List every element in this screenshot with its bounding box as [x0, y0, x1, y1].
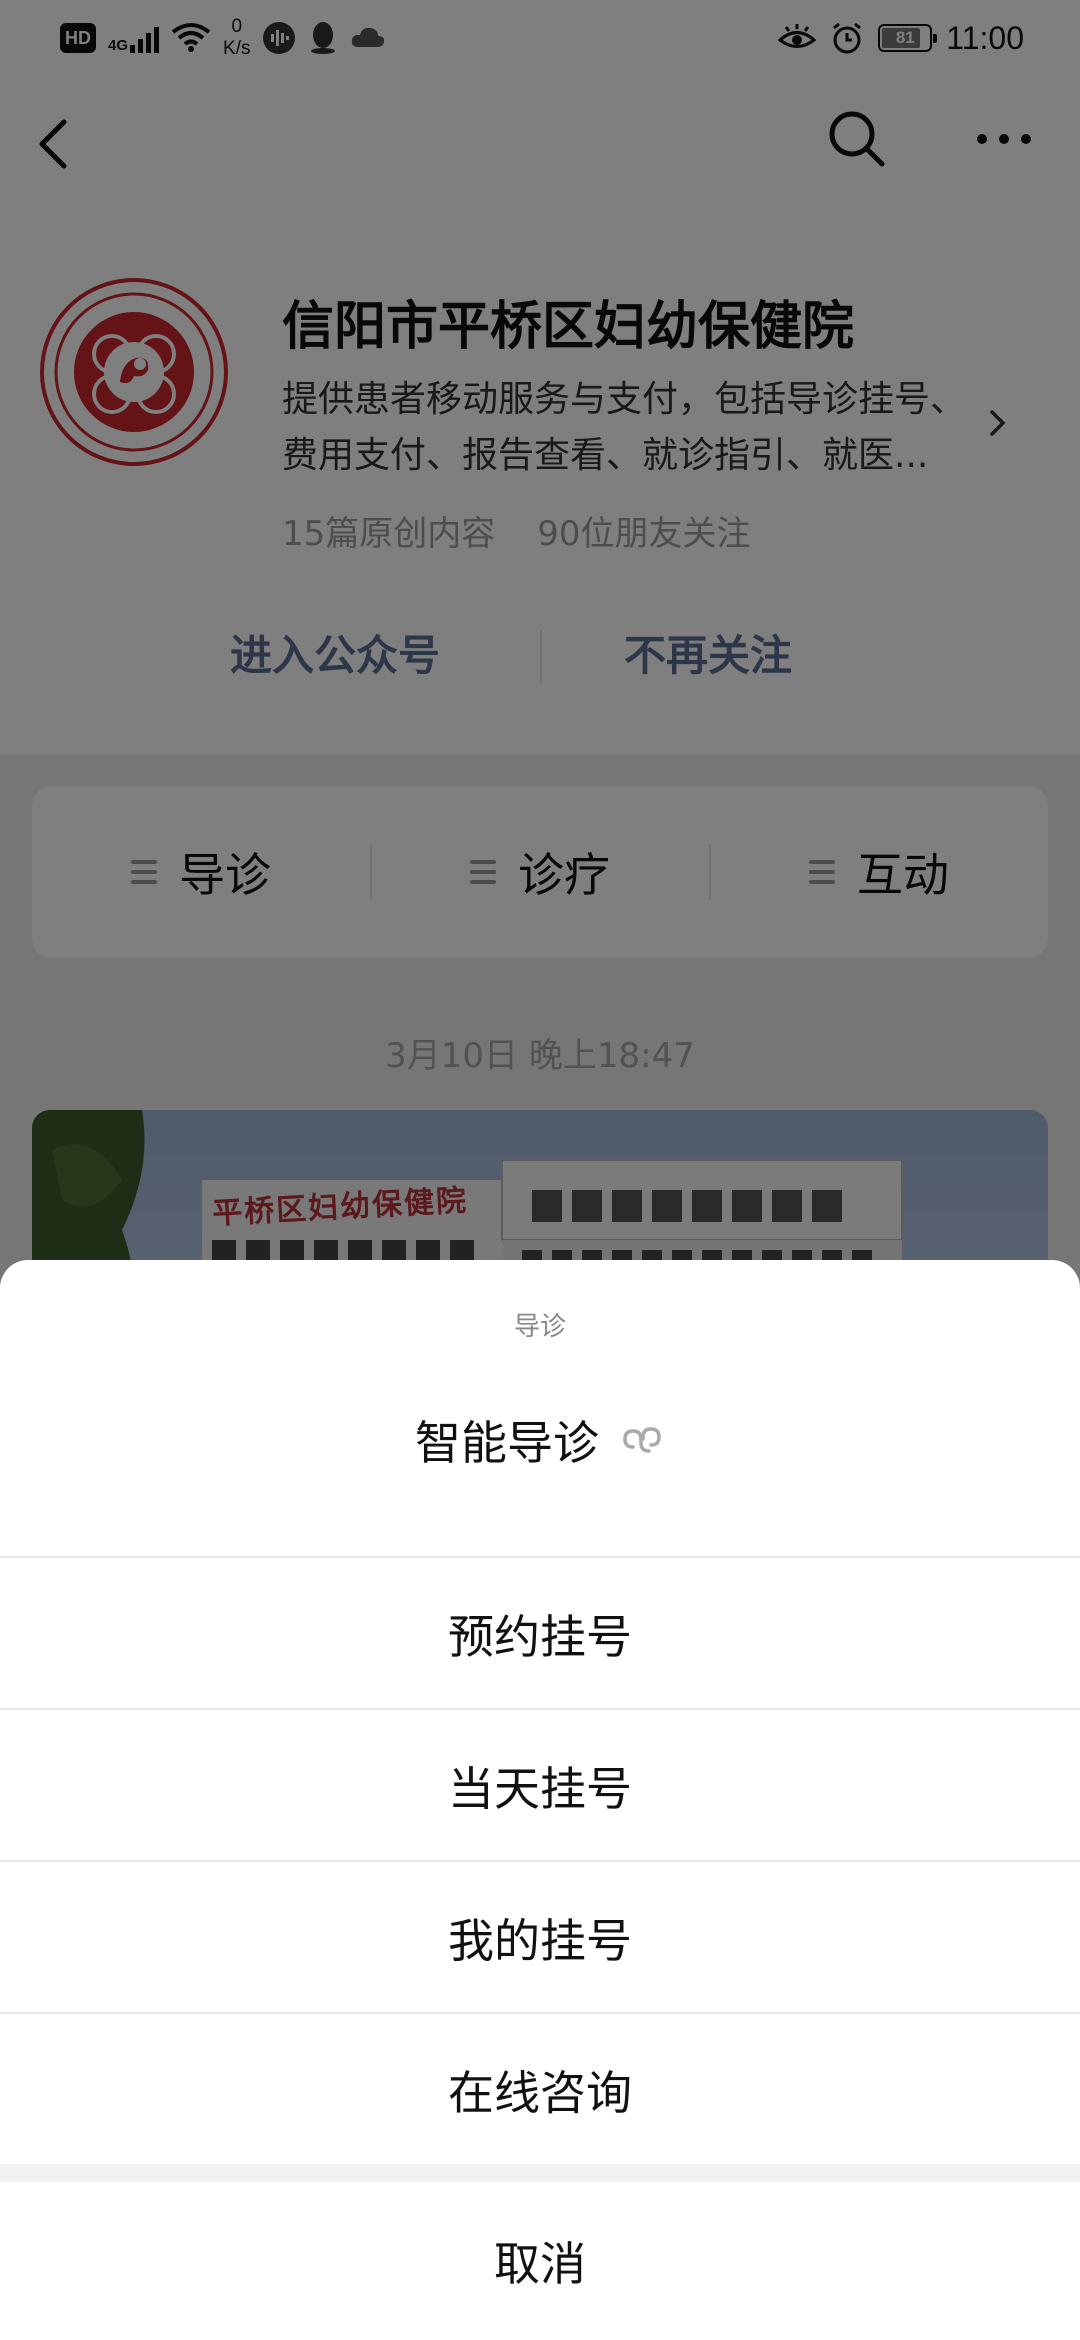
option-label: 预约挂号	[448, 1610, 632, 1664]
option-label: 智能导诊	[415, 1416, 599, 1470]
screen: HD 4G 0 K/s	[0, 0, 1080, 2340]
option-smart-guide[interactable]: 智能导诊	[0, 1364, 1080, 1516]
mini-program-link-icon	[619, 1417, 665, 1463]
option-online-consult[interactable]: 在线咨询	[0, 2014, 1080, 2166]
cancel-button[interactable]: 取消	[0, 2182, 1080, 2340]
option-appointment[interactable]: 预约挂号	[0, 1558, 1080, 1710]
option-same-day[interactable]: 当天挂号	[0, 1710, 1080, 1862]
action-sheet-title: 导诊	[513, 1312, 566, 1342]
option-label: 在线咨询	[448, 2066, 632, 2120]
option-my-registrations[interactable]: 我的挂号	[0, 1862, 1080, 2014]
sheet-gap	[0, 2164, 1080, 2182]
option-label: 我的挂号	[448, 1914, 632, 1968]
option-label: 当天挂号	[448, 1762, 632, 1816]
action-sheet: 导诊 智能导诊 预约挂号 当天挂号 我的挂号 在线咨询 取消	[0, 1260, 1080, 2340]
